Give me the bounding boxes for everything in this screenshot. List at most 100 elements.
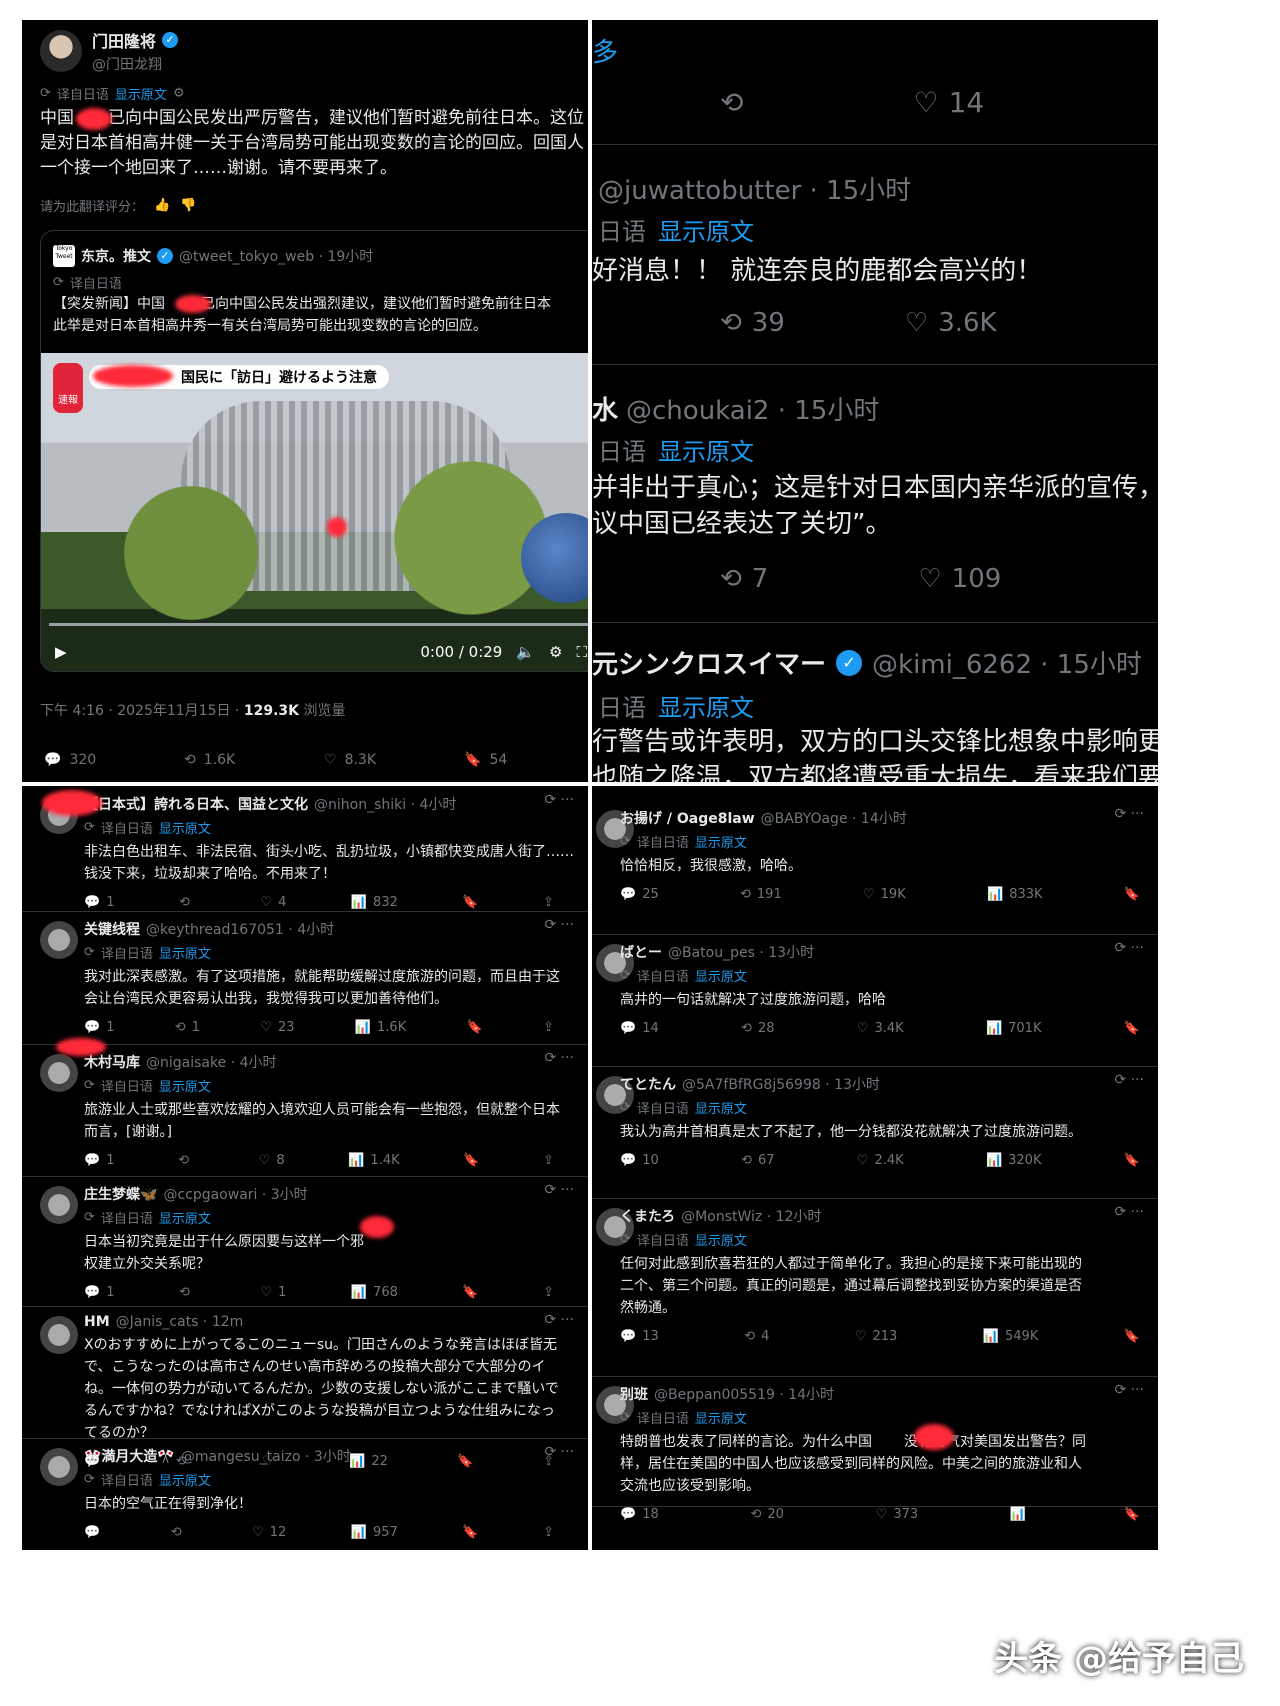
volume-icon[interactable]: 🔈 xyxy=(516,643,535,661)
thumbs-up-icon[interactable]: 👍 xyxy=(154,198,170,213)
views-button[interactable]: 📊 549K xyxy=(983,1329,1039,1344)
show-original-link[interactable]: 显示原文 xyxy=(695,966,747,985)
repost-button[interactable]: ⟲ 1 xyxy=(175,1020,200,1035)
views-button[interactable]: 📊 701K xyxy=(986,1021,1042,1036)
bookmark-icon[interactable]: 🔖 xyxy=(1124,1153,1140,1168)
reply-handle[interactable]: @keythread167051 · 4小时 xyxy=(146,919,334,939)
share-icon[interactable]: ⇪ xyxy=(543,1153,554,1168)
show-original-link[interactable]: 显示原文 xyxy=(159,943,211,962)
reply-handle[interactable]: @juwattobutter · 15小时 xyxy=(598,170,911,207)
reply-item[interactable]: 别班 @Beppan005519 · 14小时 ⟳ 译自日语 显示原文 特朗普也发表了同样… xyxy=(592,1376,1158,1522)
reply-button[interactable]: 💬 14 xyxy=(620,1021,659,1036)
avatar[interactable] xyxy=(40,921,78,959)
bookmark-button[interactable]: 🔖 54 xyxy=(464,752,564,768)
progress-bar[interactable] xyxy=(49,623,588,626)
reply-button[interactable]: 💬 18 xyxy=(620,1507,659,1522)
show-original-link[interactable]: 显示原文 xyxy=(658,212,754,247)
reply-handle[interactable]: @ccpgaowari · 3小时 xyxy=(163,1184,307,1204)
show-original-link[interactable]: 显示原文 xyxy=(159,1076,211,1095)
show-original-link[interactable]: 显示原文 xyxy=(695,832,747,851)
views-button[interactable]: 📊 957 xyxy=(351,1525,398,1540)
more-icon[interactable]: ⟳ ··· xyxy=(1114,1072,1144,1088)
reply-handle[interactable]: @Batou_pes · 13小时 xyxy=(668,942,814,962)
reply-author-name[interactable]: くまたろ xyxy=(620,1206,675,1226)
reply-author-name[interactable]: 【日本式】誇れる日本、国益と文化 xyxy=(84,794,308,814)
reply-handle[interactable]: @kimi_6262 · 15小时 xyxy=(872,644,1142,681)
like-button[interactable]: ♡ 19K xyxy=(863,887,906,902)
reply-button[interactable]: 💬 25 xyxy=(620,887,659,902)
like-button[interactable]: ♡ 213 xyxy=(855,1329,897,1344)
reply-button[interactable]: 💬 320 xyxy=(44,752,184,768)
repost-button[interactable]: ⟲ 67 xyxy=(741,1153,774,1168)
show-original-link[interactable]: 显示原文 xyxy=(695,1098,747,1117)
avatar[interactable] xyxy=(40,1186,78,1224)
like-button[interactable]: ♡ 373 xyxy=(876,1507,918,1522)
thumbs-down-icon[interactable]: 👎 xyxy=(180,198,196,213)
reply-item[interactable]: てとたん @5A7fBfRG8j56998 · 13小时 ⟳ 译自日语 显示原文 我认为高… xyxy=(592,1066,1158,1199)
bookmark-icon[interactable]: 🔖 xyxy=(1124,1021,1140,1036)
reply-handle[interactable]: @mangesu_taizo · 3小时 xyxy=(181,1446,351,1466)
like-button[interactable]: ♡ 23 xyxy=(260,1020,294,1035)
bookmark-icon[interactable]: 🔖 xyxy=(462,895,478,910)
repost-button[interactable]: ⟲ 20 xyxy=(750,1507,783,1522)
show-original-link[interactable]: 显示原文 xyxy=(115,84,167,103)
heart-icon[interactable]: ♡ xyxy=(918,564,941,594)
avatar[interactable] xyxy=(40,1448,78,1486)
reply-item[interactable]: 【日本式】誇れる日本、国益と文化 @nihon_shiki · 4小时 ⟳ 译自日语显… xyxy=(22,786,588,912)
repost-icon[interactable]: ⟲ xyxy=(720,308,742,338)
author-handle[interactable]: @门田龙翔 xyxy=(92,54,178,74)
play-icon[interactable]: ▶ xyxy=(55,643,67,661)
repost-button[interactable]: ⟲ xyxy=(178,1153,195,1168)
views-button[interactable]: 📊 xyxy=(1010,1507,1032,1522)
share-icon[interactable]: ⇪ xyxy=(543,895,554,910)
reply-author-name[interactable]: お揚げ / Oage8law xyxy=(620,808,755,828)
like-button[interactable]: ♡ 12 xyxy=(252,1525,286,1540)
reply-handle[interactable]: @nigaisake · 4小时 xyxy=(146,1052,276,1072)
reply-author-name[interactable]: 别班 xyxy=(620,1384,648,1404)
more-icon[interactable]: ⟳ ··· xyxy=(544,1182,574,1198)
bookmark-icon[interactable]: 🔖 xyxy=(462,1285,478,1300)
repost-icon[interactable]: ⟲ xyxy=(720,564,742,594)
reply-author-name[interactable]: ばとー xyxy=(620,942,662,962)
views-button[interactable]: 📊 768 xyxy=(351,1285,398,1300)
views-button[interactable]: 📊 1.6K xyxy=(355,1020,406,1035)
views-button[interactable]: 📊 832 xyxy=(351,895,398,910)
show-original-link[interactable]: 显示原文 xyxy=(658,688,754,723)
reply-author-name[interactable]: てとたん xyxy=(620,1074,676,1094)
more-icon[interactable]: ⟳ ··· xyxy=(544,792,574,808)
avatar[interactable] xyxy=(40,30,82,72)
show-original-link[interactable]: 显示原文 xyxy=(695,1230,747,1249)
more-icon[interactable]: ⟳ ··· xyxy=(544,1444,574,1460)
reply-item[interactable]: くまたろ @MonstWiz · 12小时 ⟳ 译自日语 显示原文 任何对此感到欣喜若狂的… xyxy=(592,1198,1158,1377)
reply-item[interactable]: 关键线程 @keythread167051 · 4小时 ⟳ 译自日语 显示原文 我对此深表… xyxy=(22,911,588,1045)
reply-author-name[interactable]: 🎌満月大造🎌 xyxy=(84,1446,175,1466)
avatar[interactable] xyxy=(40,1054,78,1092)
share-icon[interactable]: ⇪ xyxy=(543,1020,554,1035)
reply-item[interactable]: 木村马库 @nigaisake · 4小时 ⟳ 译自日语 显示原文 旅游业人士或那些喜欢炫… xyxy=(22,1044,588,1177)
repost-button[interactable]: ⟲ xyxy=(179,1285,196,1300)
like-button[interactable]: ♡ 3.4K xyxy=(857,1021,904,1036)
more-icon[interactable]: ⟳ ··· xyxy=(544,917,574,933)
bookmark-icon[interactable]: 🔖 xyxy=(467,1020,483,1035)
bookmark-icon[interactable]: 🔖 xyxy=(462,1525,478,1540)
more-icon[interactable]: ⟳ ··· xyxy=(544,1050,574,1066)
author-name[interactable]: 门田隆将 xyxy=(92,28,156,52)
more-icon[interactable]: ⟳ ··· xyxy=(1114,1382,1144,1398)
repost-button[interactable]: ⟲ 28 xyxy=(741,1021,774,1036)
reply-author-name[interactable]: 水 xyxy=(592,390,618,427)
reply-button[interactable]: 💬 1 xyxy=(84,1153,114,1168)
repost-icon[interactable]: ⟲ xyxy=(720,86,743,119)
reply-item[interactable]: 庄生梦蝶🦋 @ccpgaowari · 3小时 ⟳ 译自日语 显示原文 日本当初究竟是出于… xyxy=(22,1176,588,1307)
gear-icon[interactable]: ⚙ xyxy=(173,86,185,101)
more-icon[interactable]: ⟳ ··· xyxy=(1114,940,1144,956)
show-original-link[interactable]: 显示原文 xyxy=(658,432,754,467)
like-button[interactable]: ♡ 4 xyxy=(260,895,286,910)
like-button[interactable]: ♡ 1 xyxy=(260,1285,286,1300)
quoted-tweet[interactable]: Tokyo Tweet 东京。推文 ✓ @tweet_tokyo_web · 19… xyxy=(40,230,588,672)
reply-handle[interactable]: @BABYOage · 14小时 xyxy=(761,808,907,828)
reply-author-name[interactable]: 庄生梦蝶🦋 xyxy=(84,1184,157,1204)
reply-button[interactable]: 💬 1 xyxy=(84,1285,114,1300)
show-original-link[interactable]: 显示原文 xyxy=(159,1470,211,1489)
reply-button[interactable]: 💬 1 xyxy=(84,1020,114,1035)
settings-icon[interactable]: ⚙ xyxy=(549,643,562,661)
